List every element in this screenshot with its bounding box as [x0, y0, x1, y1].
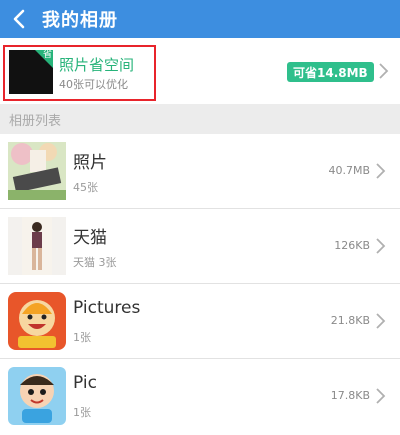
album-count: 天猫 3张	[73, 256, 117, 269]
album-name: 天猫	[73, 228, 107, 248]
album-row[interactable]: Pic 1张 17.8KB	[0, 359, 400, 434]
space-saver-title: 照片省空间	[59, 56, 135, 74]
title-bar: 我的相册	[0, 0, 400, 38]
album-size: 21.8KB	[330, 314, 370, 327]
album-size: 17.8KB	[330, 389, 370, 402]
album-name: 照片	[73, 153, 107, 173]
chevron-right-icon	[374, 236, 388, 256]
album-count: 1张	[73, 406, 91, 419]
space-saver-subtitle: 40张可以优化	[59, 78, 128, 91]
chevron-right-icon	[374, 386, 388, 406]
album-list-header: 相册列表	[0, 104, 400, 134]
album-thumbnail-tmall	[8, 217, 66, 275]
chevron-right-icon	[374, 161, 388, 181]
album-row[interactable]: 照片 45张 40.7MB	[0, 134, 400, 209]
album-row[interactable]: 天猫 天猫 3张 126KB	[0, 209, 400, 284]
album-row[interactable]: Pictures 1张 21.8KB	[0, 284, 400, 359]
album-count: 1张	[73, 331, 91, 344]
page-title: 我的相册	[42, 10, 118, 31]
album-name: Pic	[73, 373, 97, 393]
space-saver-thumbnail: 省	[9, 50, 53, 94]
back-chevron-icon[interactable]	[4, 0, 34, 38]
album-count: 45张	[73, 181, 98, 194]
savings-badge: 可省14.8MB	[287, 62, 374, 82]
corner-ribbon-label: 省	[42, 50, 52, 60]
album-thumbnail-pic	[8, 367, 66, 425]
album-thumbnail-photos	[8, 142, 66, 200]
album-name: Pictures	[73, 298, 141, 318]
album-size: 40.7MB	[328, 164, 370, 177]
chevron-right-icon[interactable]	[377, 61, 391, 81]
album-thumbnail-pictures	[8, 292, 66, 350]
album-size: 126KB	[334, 239, 370, 252]
chevron-right-icon	[374, 311, 388, 331]
